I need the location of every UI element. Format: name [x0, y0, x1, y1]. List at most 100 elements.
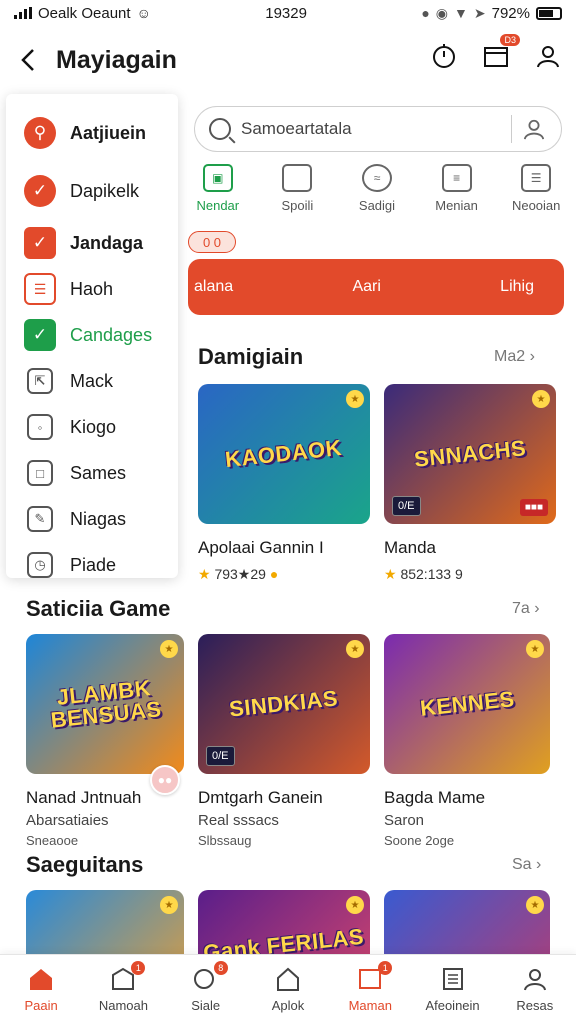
- drawer-item-label: Sames: [70, 462, 127, 483]
- alarm-icon: ●: [421, 5, 430, 21]
- drawer-item-label: Candages: [70, 324, 153, 345]
- drawer-item-label: Kiogo: [70, 416, 117, 437]
- nav-item-2[interactable]: 8 Siale: [165, 955, 247, 1024]
- chat-icon: [282, 164, 313, 192]
- drawer-item-label: Niagas: [70, 508, 127, 529]
- promo-left-label: alana: [194, 278, 234, 295]
- cart-button[interactable]: D3: [482, 34, 520, 70]
- category-2[interactable]: ≈ Sadigi: [337, 164, 417, 230]
- section-title: Saeguitans: [26, 852, 144, 877]
- search-icon: [209, 118, 231, 140]
- rating-value: 852:133 9: [400, 566, 463, 582]
- category-row: ▣ Nendar Spoili ≈ Sadigi ≡ Menian ☰ Neoo…: [178, 164, 576, 230]
- bottom-nav: Paain 1 Namoah 8 Siale Aplok 1 Maman Afe…: [0, 954, 576, 1024]
- home-icon: [27, 966, 55, 992]
- category-label: Sadigi: [358, 198, 396, 213]
- nav-item-3[interactable]: Aplok: [247, 955, 329, 1024]
- game-card[interactable]: SINDKIAS ★ 0/E Dmtgarh Ganein Real sssac…: [198, 634, 370, 848]
- nav-item-4[interactable]: 1 Maman: [329, 955, 411, 1024]
- drawer-item-5[interactable]: ⇱ Mack: [6, 358, 178, 404]
- drawer-item-label: Mack: [70, 370, 114, 391]
- timer-button[interactable]: [430, 42, 458, 70]
- star-icon: ★: [526, 640, 544, 658]
- sticker-icon: ●●: [150, 765, 180, 795]
- nav-label: Aplok: [271, 998, 305, 1013]
- wifi-signal-icon: ▼: [454, 5, 468, 21]
- nav-label: Maman: [348, 998, 392, 1013]
- game-meta: Sneaooe: [26, 833, 79, 848]
- search-input[interactable]: [241, 119, 501, 139]
- nav-item-6[interactable]: Resas: [494, 955, 576, 1024]
- search-icon: ⚲: [24, 117, 56, 149]
- drawer-item-0[interactable]: ⚲ Aatjiuein: [6, 104, 178, 162]
- drawer-item-label: Piade: [70, 554, 117, 575]
- pencil-icon: ✓: [24, 175, 56, 207]
- category-4[interactable]: ☰ Neooian: [496, 164, 576, 230]
- promo-banner[interactable]: alana Aari Lihig: [188, 259, 564, 315]
- drawer-item-3[interactable]: ☰ Haoh: [6, 266, 178, 312]
- game-card[interactable]: SNNACHS ★ 0/E ■■■ Manda ★ 852:133 9: [384, 384, 556, 583]
- edit-icon: ✎: [27, 506, 53, 532]
- star-icon: ★: [160, 640, 178, 658]
- game-card[interactable]: JLAMBK BENSUAS ★ Nanad Jntnuah Abarsatia…: [26, 634, 184, 848]
- side-drawer: ⚲ Aatjiuein ✓ Dapikelk ✓ Jandaga ☰ Haoh …: [6, 94, 178, 578]
- back-button[interactable]: [0, 30, 56, 90]
- star-icon: ★: [346, 390, 364, 408]
- search-profile-button[interactable]: [522, 117, 546, 141]
- category-1[interactable]: Spoili: [258, 164, 338, 230]
- game-art-title: KAODAOK: [224, 434, 344, 473]
- cart-badge: D3: [500, 34, 520, 46]
- section-more-link[interactable]: Ma2 ›: [494, 348, 535, 366]
- drawer-item-4[interactable]: ✓ Candages: [6, 312, 178, 358]
- chevron-left-icon: [21, 49, 34, 71]
- game-title: Apolaai Gannin I: [198, 538, 324, 557]
- profile-icon: [521, 966, 549, 992]
- drawer-item-8[interactable]: ✎ Niagas: [6, 496, 178, 542]
- checkbox-icon: ✓: [24, 227, 56, 259]
- bag-icon: ▣: [202, 164, 233, 192]
- drawer-item-9[interactable]: ◷ Piade: [6, 542, 178, 588]
- search-divider: [511, 115, 512, 143]
- drawer-item-6[interactable]: ◦ Kiogo: [6, 404, 178, 450]
- search-bar: [194, 106, 562, 152]
- more-label: 7a: [512, 600, 530, 617]
- category-label: Neooian: [511, 198, 561, 213]
- game-card[interactable]: KENNES ★ Bagda Mame Saron Soone 2oge: [384, 634, 550, 848]
- chevron-right-icon: ›: [529, 348, 535, 365]
- doc-icon: ☰: [521, 164, 552, 192]
- game-thumbnail: KAODAOK ★: [198, 384, 370, 524]
- section-cards: JLAMBK BENSUAS ★ Nanad Jntnuah Abarsatia…: [26, 634, 576, 848]
- nav-label: Resas: [516, 998, 554, 1013]
- nav-item-0[interactable]: Paain: [0, 955, 82, 1024]
- user-icon: [523, 119, 545, 140]
- category-label: Nendar: [196, 198, 240, 213]
- account-button[interactable]: [534, 42, 562, 70]
- drawer-item-7[interactable]: □ Sames: [6, 450, 178, 496]
- game-subtitle: Real sssacs: [198, 812, 279, 829]
- cart-icon: [484, 47, 508, 67]
- drawer-item-label: Aatjiuein: [70, 122, 147, 143]
- nav-item-1[interactable]: 1 Namoah: [82, 955, 164, 1024]
- status-bar: Oealk Oeaunt ☺ 19329 ● ◉ ▼ ➤ 792%: [0, 0, 576, 26]
- user-icon: [537, 46, 559, 68]
- check-icon: ✓: [24, 319, 56, 351]
- category-3[interactable]: ≡ Menian: [417, 164, 497, 230]
- category-label: Menian: [435, 198, 478, 213]
- drawer-item-1[interactable]: ✓ Dapikelk: [6, 162, 178, 220]
- grid-icon: ≡: [441, 164, 472, 192]
- location-icon: ➤: [473, 4, 486, 21]
- section-more-link[interactable]: 7a ›: [512, 600, 540, 618]
- game-art-title: Gank FERILAS: [202, 923, 366, 954]
- house-icon: [274, 966, 302, 992]
- nav-item-5[interactable]: Afeoinein: [411, 955, 493, 1024]
- category-0[interactable]: ▣ Nendar: [178, 164, 258, 230]
- clock-icon: ◷: [27, 552, 53, 578]
- game-card[interactable]: Gank FERILAS ★: [198, 890, 370, 954]
- game-card[interactable]: KAODAOK ★ Apolaai Gannin I ★ 793★29 ●: [198, 384, 370, 583]
- drawer-item-2[interactable]: ✓ Jandaga: [6, 220, 178, 266]
- game-card[interactable]: ★: [384, 890, 550, 954]
- section-more-link[interactable]: Sa ›: [512, 856, 541, 874]
- game-title: Bagda Mame: [384, 788, 486, 807]
- game-tag-red: ■■■: [519, 499, 548, 516]
- game-card[interactable]: ★: [26, 890, 184, 954]
